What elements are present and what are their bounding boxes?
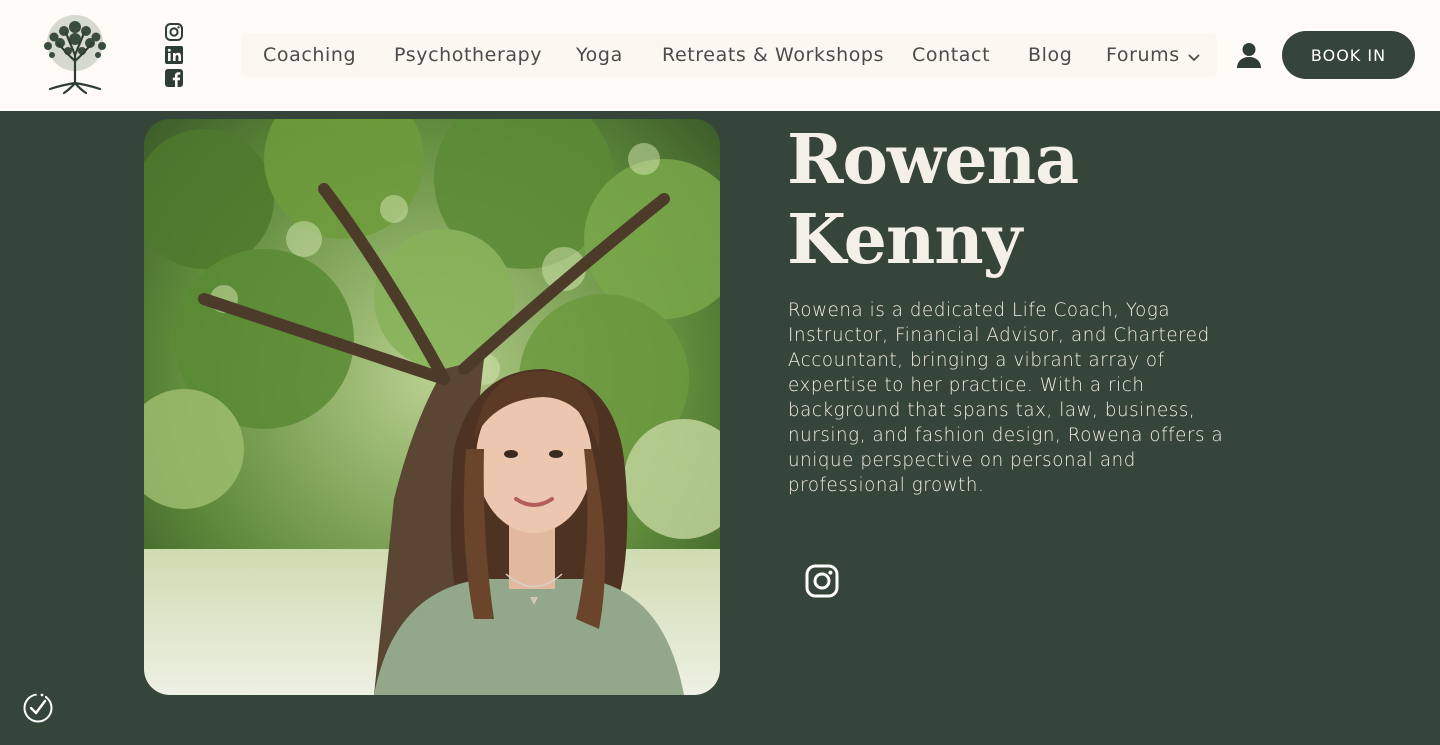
instagram-icon[interactable] (164, 22, 184, 42)
main-nav: Coaching Psychotherapy Yoga Retreats & W… (241, 33, 1217, 77)
profile-bio: Rowena is a dedicated Life Coach, Yoga I… (788, 300, 1224, 496)
nav-blog[interactable]: Blog (1028, 44, 1072, 66)
tree-logo-icon[interactable] (22, 13, 128, 95)
header-social-links (164, 22, 186, 90)
nav-coaching[interactable]: Coaching (263, 44, 356, 66)
facebook-icon[interactable] (164, 68, 184, 88)
nav-contact[interactable]: Contact (912, 44, 990, 66)
nav-retreats-workshops[interactable]: Retreats & Workshops (662, 44, 884, 66)
nav-psychotherapy[interactable]: Psychotherapy (394, 44, 542, 66)
nav-forums[interactable]: Forums (1106, 44, 1200, 67)
profile-name-line2: Kenny (787, 200, 1022, 280)
profile-name: Rowena Kenny (787, 120, 1307, 280)
user-icon[interactable] (1236, 42, 1262, 69)
nav-yoga[interactable]: Yoga (576, 44, 623, 66)
book-in-button[interactable]: BOOK IN (1282, 31, 1415, 79)
chevron-down-icon (1188, 45, 1200, 67)
accessibility-icon[interactable] (20, 690, 56, 726)
linkedin-icon[interactable] (164, 45, 184, 65)
site-header: Coaching Psychotherapy Yoga Retreats & W… (0, 0, 1440, 111)
nav-forums-label: Forums (1106, 44, 1180, 66)
profile-photo (144, 119, 720, 695)
profile-name-line1: Rowena (787, 120, 1079, 200)
instagram-icon[interactable] (802, 561, 842, 601)
